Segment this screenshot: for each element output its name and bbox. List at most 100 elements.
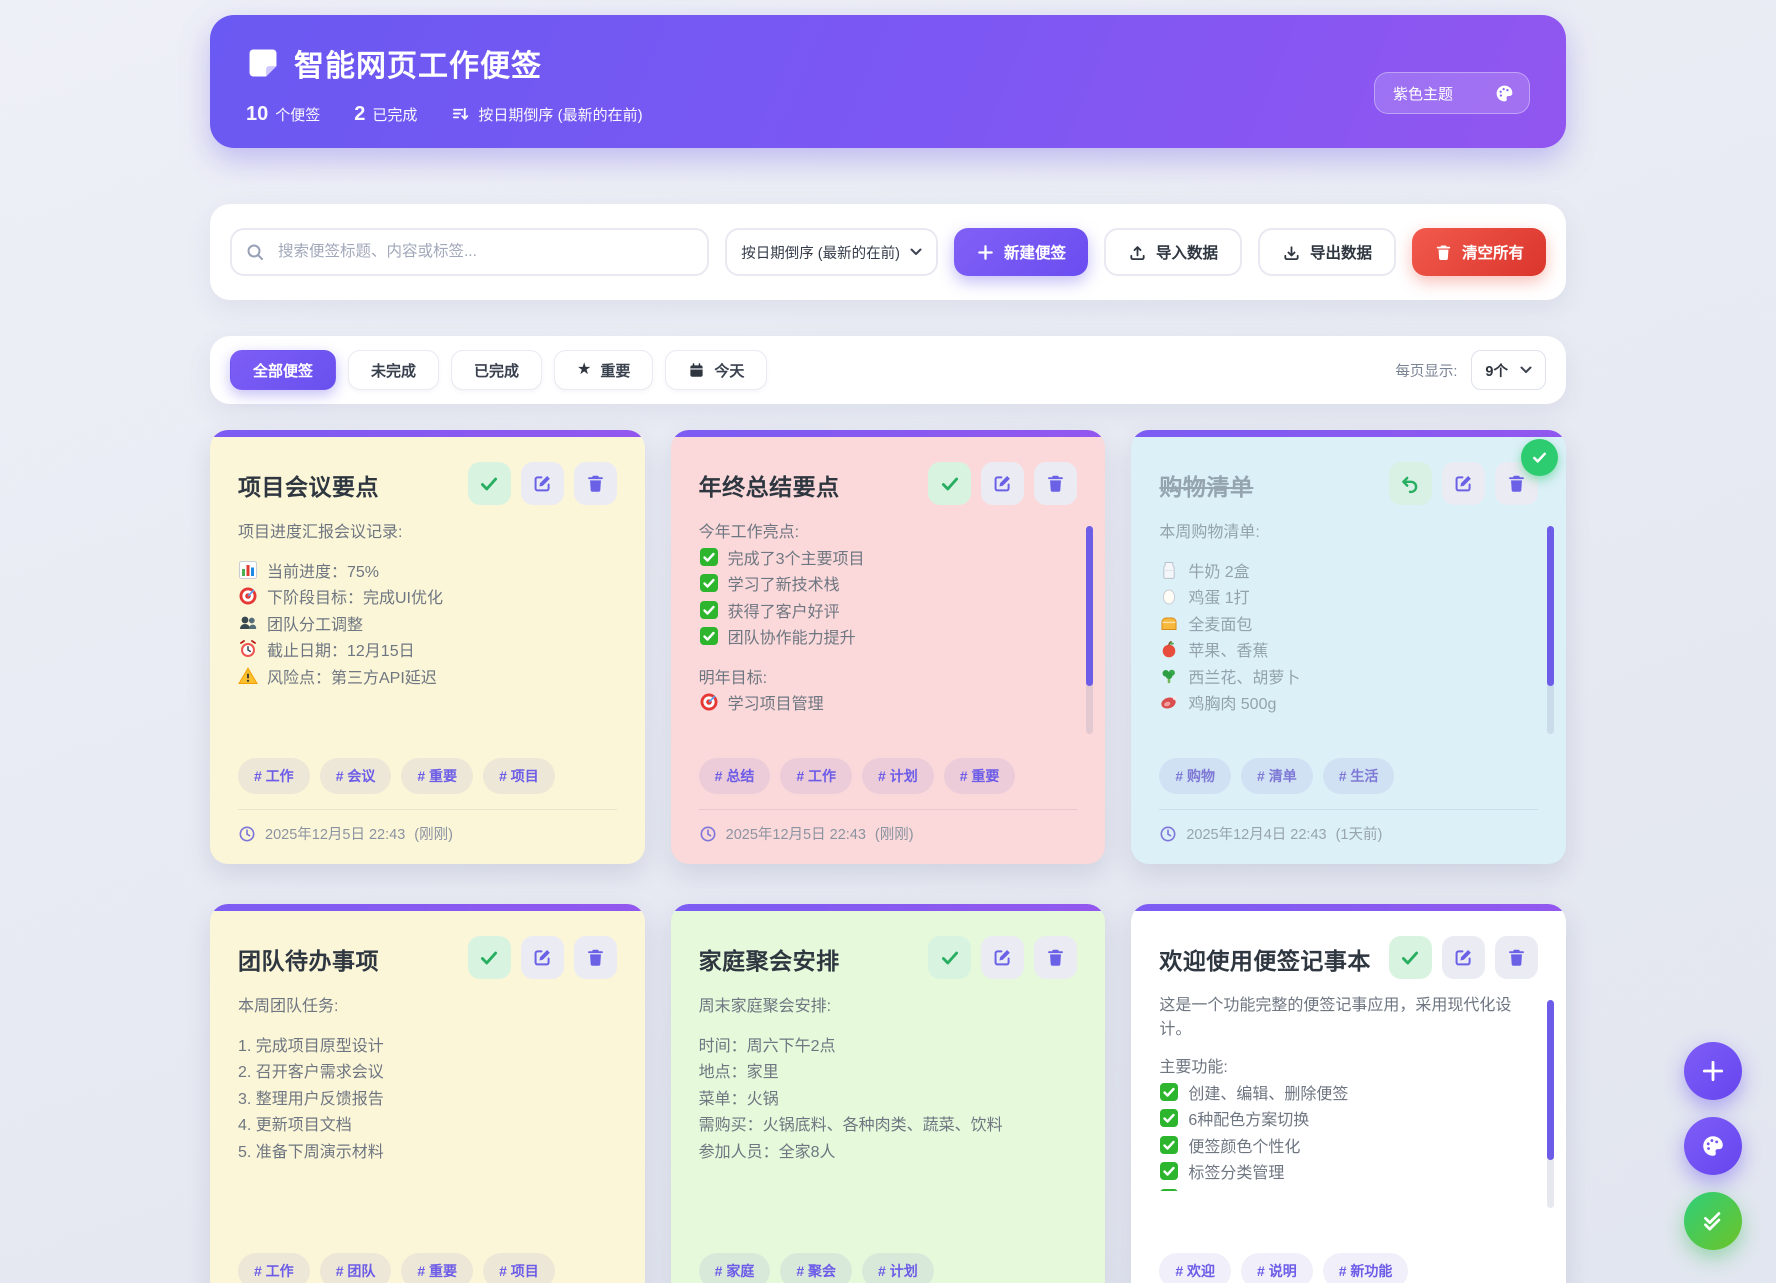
note-tag[interactable]: # 重要: [944, 758, 1016, 794]
import-data-button[interactable]: 导入数据: [1104, 228, 1242, 276]
note-line: 参加人员：全家8人: [699, 1137, 1078, 1164]
filter-all[interactable]: 全部便签: [230, 350, 336, 390]
note-tag[interactable]: # 工作: [238, 1253, 310, 1283]
new-note-button[interactable]: 新建便签: [954, 228, 1088, 276]
complete-button[interactable]: [468, 936, 511, 979]
note-actions: [468, 936, 617, 979]
theme-palette-fab[interactable]: [1684, 1117, 1742, 1175]
delete-button[interactable]: [574, 462, 617, 505]
filter-label: 今天: [714, 360, 744, 381]
add-note-fab[interactable]: [1684, 1042, 1742, 1100]
edit-button[interactable]: [521, 462, 564, 505]
palette-icon: [1494, 83, 1515, 104]
note-line: 本周购物清单:: [1159, 517, 1538, 544]
complete-all-fab[interactable]: [1684, 1192, 1742, 1250]
note-tag[interactable]: # 计划: [862, 1253, 934, 1283]
scrollbar-thumb[interactable]: [1547, 526, 1554, 686]
card-scrollbar[interactable]: [1086, 526, 1093, 734]
card-scrollbar[interactable]: [1547, 526, 1554, 734]
note-tag[interactable]: # 说明: [1241, 1253, 1313, 1283]
note-line: 西兰花、胡萝卜: [1159, 663, 1538, 690]
note-line: 3. 整理用户反馈报告: [238, 1084, 617, 1111]
note-line: 鸡蛋 1打: [1159, 583, 1538, 610]
scrollbar-thumb[interactable]: [1547, 1000, 1554, 1160]
sort-status: 按日期倒序 (最新的在前): [451, 104, 642, 125]
note-tag[interactable]: # 聚会: [780, 1253, 852, 1283]
note-tag[interactable]: # 重要: [401, 1253, 473, 1283]
clear-all-button[interactable]: 清空所有: [1412, 228, 1546, 276]
note-tag[interactable]: # 重要: [401, 758, 473, 794]
filter-today[interactable]: 今天: [665, 350, 767, 390]
edit-button[interactable]: [1442, 462, 1485, 505]
complete-button[interactable]: [468, 462, 511, 505]
note-line: 5. 准备下周演示材料: [238, 1137, 617, 1164]
per-page-select[interactable]: 9个: [1471, 350, 1546, 390]
upload-icon: [1128, 243, 1147, 262]
milk-icon: [1159, 560, 1179, 580]
note-line: 主要功能:: [1159, 1052, 1538, 1079]
page-title: 智能网页工作便签: [294, 41, 542, 85]
restore-button[interactable]: [1389, 462, 1432, 505]
filter-incomplete[interactable]: 未完成: [348, 350, 439, 390]
export-data-button[interactable]: 导出数据: [1258, 228, 1396, 276]
note-title: 团队待办事项: [238, 936, 458, 976]
note-tag[interactable]: # 项目: [483, 1253, 555, 1283]
note-line: 团队协作能力提升: [699, 623, 1078, 650]
star-icon: ★: [577, 362, 591, 378]
note-tag[interactable]: # 团队: [320, 1253, 392, 1283]
note-card-header: 团队待办事项: [238, 936, 617, 979]
note-line: 本周团队任务:: [238, 991, 617, 1018]
note-content: 项目进度汇报会议记录:当前进度：75%下阶段目标：完成UI优化团队分工调整截止日…: [238, 517, 617, 717]
note-tag[interactable]: # 会议: [320, 758, 392, 794]
filter-list: 全部便签未完成已完成 ★重要 今天: [230, 350, 767, 390]
complete-button[interactable]: [928, 462, 971, 505]
note-tag[interactable]: # 工作: [238, 758, 310, 794]
edit-button[interactable]: [981, 462, 1024, 505]
import-data-label: 导入数据: [1156, 241, 1218, 263]
edit-button[interactable]: [1442, 936, 1485, 979]
note-line: 周末家庭聚会安排:: [699, 991, 1078, 1018]
theme-button[interactable]: 紫色主题: [1374, 72, 1530, 114]
edit-icon: [1453, 473, 1474, 494]
note-tag[interactable]: # 工作: [780, 758, 852, 794]
note-footer: 2025年12月5日 22:43(刚刚): [699, 809, 1078, 844]
edit-button[interactable]: [521, 936, 564, 979]
done-count-value: 2: [354, 103, 365, 126]
complete-button[interactable]: [928, 936, 971, 979]
search-input[interactable]: [230, 228, 709, 276]
edit-icon: [992, 473, 1013, 494]
filter-completed[interactable]: 已完成: [451, 350, 542, 390]
scrollbar-thumb[interactable]: [1086, 526, 1093, 686]
note-line: 今年工作亮点:: [699, 517, 1078, 544]
note-tag[interactable]: # 总结: [699, 758, 771, 794]
sort-select[interactable]: 按日期倒序 (最新的在前): [725, 228, 938, 276]
note-tags: # 总结# 工作 # 计划 # 重要: [699, 758, 1078, 794]
bread-icon: [1159, 613, 1179, 633]
note-card-header: 项目会议要点: [238, 462, 617, 505]
note-tag[interactable]: # 新功能: [1323, 1253, 1409, 1283]
app-header: 智能网页工作便签 10 个便签 2 已完成 按日期倒序 (最新的在前) 紫色主题: [210, 15, 1566, 148]
delete-button[interactable]: [574, 936, 617, 979]
meat-icon: [1159, 692, 1179, 712]
note-tag[interactable]: # 计划: [862, 758, 934, 794]
note-tag[interactable]: # 欢迎: [1159, 1253, 1231, 1283]
note-tag[interactable]: # 项目: [483, 758, 555, 794]
note-tag[interactable]: # 生活: [1323, 758, 1395, 794]
note-tag[interactable]: # 购物: [1159, 758, 1231, 794]
note-content: 这是一个功能完整的便签记事应用，采用现代化设计。主要功能:创建、编辑、删除便签6…: [1159, 991, 1538, 1191]
note-tag[interactable]: # 家庭: [699, 1253, 771, 1283]
note-title: 项目会议要点: [238, 462, 458, 502]
note-card: 购物清单本周购物清单:牛奶 2盒鸡蛋 1打全麦面包苹果、香蕉西兰花、胡萝卜鸡胸肉…: [1131, 430, 1566, 864]
check-box-icon: [1159, 1161, 1179, 1181]
notes-grid: 项目会议要点项目进度汇报会议记录:当前进度：75%下阶段目标：完成UI优化团队分…: [210, 430, 1566, 1283]
filter-important[interactable]: ★重要: [554, 350, 653, 390]
delete-button[interactable]: [1034, 462, 1077, 505]
done-count-label: 已完成: [372, 104, 417, 125]
delete-button[interactable]: [1034, 936, 1077, 979]
clock-icon: [238, 825, 256, 843]
note-tag[interactable]: # 清单: [1241, 758, 1313, 794]
delete-button[interactable]: [1495, 936, 1538, 979]
complete-button[interactable]: [1389, 936, 1432, 979]
card-scrollbar[interactable]: [1547, 1000, 1554, 1208]
edit-button[interactable]: [981, 936, 1024, 979]
